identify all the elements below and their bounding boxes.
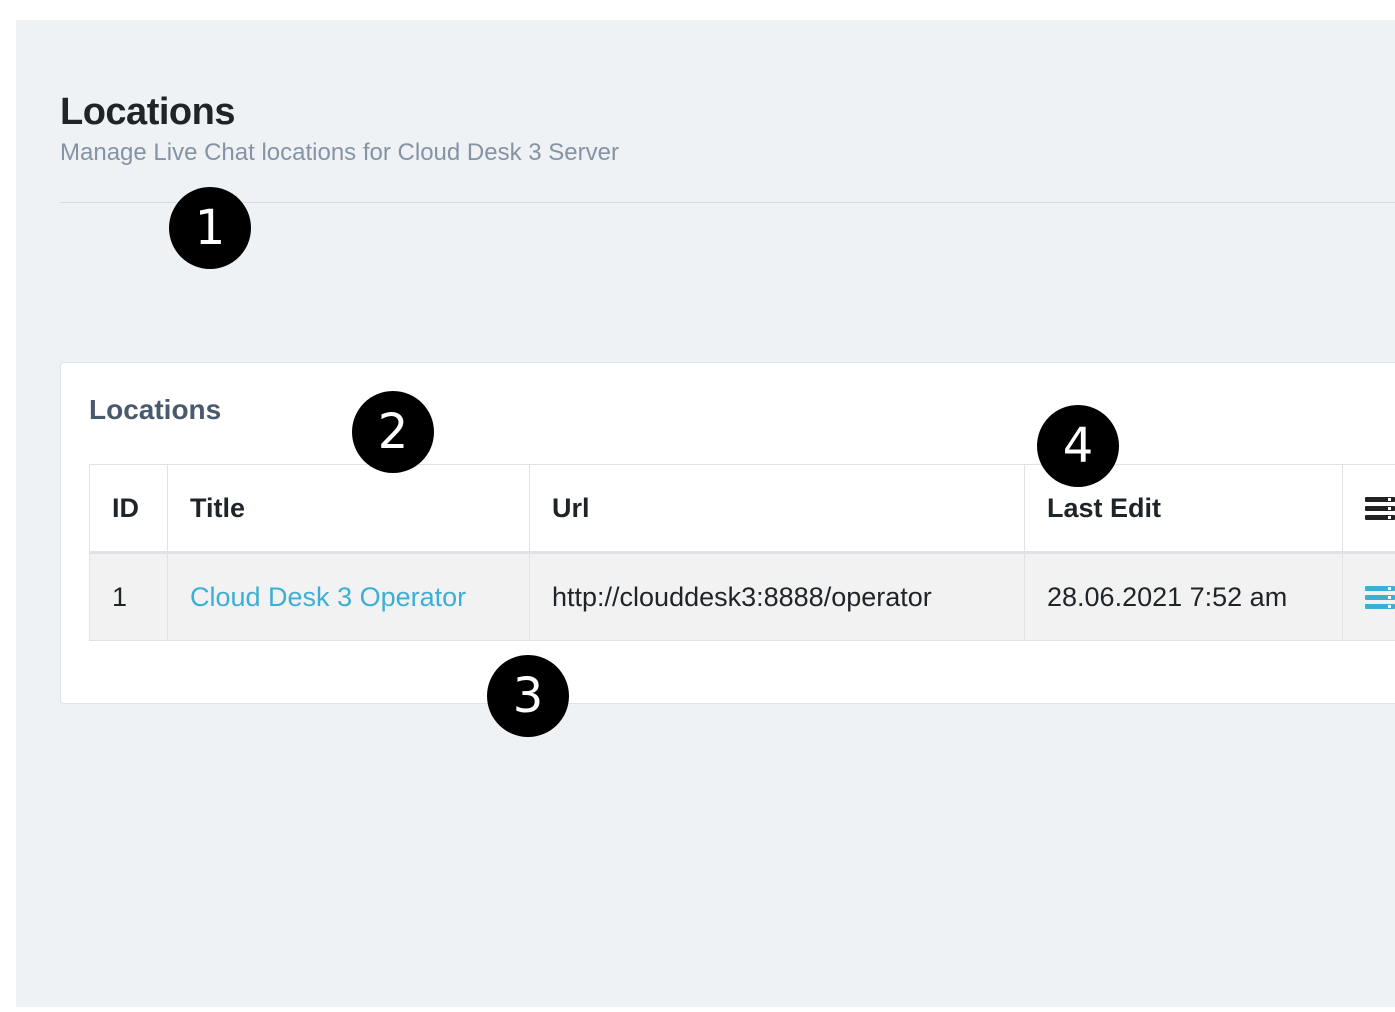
location-title-link[interactable]: Cloud Desk 3 Operator	[190, 582, 466, 612]
list-icon	[1365, 497, 1395, 521]
row-action-list-icon[interactable]	[1365, 586, 1395, 610]
column-header-title[interactable]: Title	[167, 464, 530, 554]
page-background: Locations Manage Live Chat locations for…	[16, 20, 1395, 1007]
cell-id: 1	[89, 552, 168, 641]
cell-url: http://clouddesk3:8888/operator	[529, 552, 1025, 641]
annotation-marker-2: 2	[352, 391, 434, 473]
page-header: Locations Manage Live Chat locations for…	[60, 90, 619, 168]
column-header-id[interactable]: ID	[89, 464, 168, 554]
page-subtitle: Manage Live Chat locations for Cloud Des…	[60, 139, 619, 166]
header-divider	[60, 202, 1395, 203]
table-row: 1 Cloud Desk 3 Operator http://clouddesk…	[89, 552, 1395, 641]
locations-table: ID Title Url Last Edit 1 Cloud Desk 3 Op…	[89, 464, 1395, 641]
cell-actions	[1342, 552, 1395, 641]
annotation-marker-1: 1	[169, 187, 251, 269]
cell-title: Cloud Desk 3 Operator	[167, 552, 530, 641]
page-title: Locations	[60, 91, 235, 133]
cell-last-edit: 28.06.2021 7:52 am	[1024, 552, 1343, 641]
annotation-marker-4: 4	[1037, 405, 1119, 487]
column-header-url[interactable]: Url	[529, 464, 1025, 554]
table-header-row: ID Title Url Last Edit	[89, 464, 1395, 554]
locations-card: Locations ID Title Url Last Edit 1 Cloud…	[60, 362, 1395, 704]
annotation-marker-3: 3	[487, 655, 569, 737]
column-header-actions	[1342, 464, 1395, 554]
card-title: Locations	[89, 394, 222, 425]
